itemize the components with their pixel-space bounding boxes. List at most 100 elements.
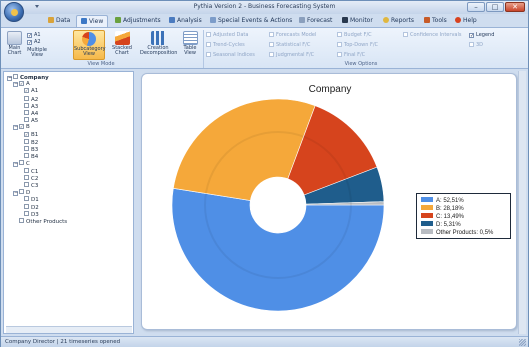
checkbox-icon	[206, 32, 211, 37]
a1-toggle[interactable]: ✓ A1	[27, 32, 41, 39]
checkbox-icon[interactable]	[24, 182, 29, 187]
judgmental-fc-toggle[interactable]: Judgmental F/C	[269, 52, 314, 58]
seasonal-indices-toggle[interactable]: Seasonal Indices	[206, 52, 255, 58]
bar-chart-icon	[150, 31, 166, 45]
statistical-fc-toggle[interactable]: Statistical F/C	[269, 42, 310, 48]
adjusted-data-toggle[interactable]: Adjusted Data	[206, 32, 248, 38]
status-bar: Company Director | 21 timeseries opened	[1, 336, 528, 347]
legend-label: B: 28,18%	[436, 206, 464, 212]
view-options-group-label: View Options	[344, 61, 378, 67]
legend-label: C: 13,49%	[436, 214, 465, 220]
legend-label: Other Products: 0,5%	[436, 230, 494, 236]
checkbox-icon[interactable]	[24, 196, 29, 202]
checkbox-icon	[269, 42, 274, 47]
tree-node-group[interactable]: − ✓ A	[13, 81, 30, 88]
checkbox-icon[interactable]	[19, 218, 24, 223]
table-icon	[182, 31, 198, 45]
checkbox-icon[interactable]	[24, 174, 29, 180]
close-button[interactable]: ✕	[505, 2, 525, 12]
collapse-icon[interactable]: −	[13, 125, 18, 131]
checkbox-icon[interactable]: ✓	[24, 88, 29, 94]
checkbox-icon[interactable]	[19, 189, 24, 195]
checkbox-icon[interactable]: ✓	[24, 131, 29, 137]
tree-node-label: Company	[20, 75, 49, 81]
minimize-button[interactable]: –	[467, 2, 485, 12]
tree-node-label: A3	[31, 103, 39, 110]
checkbox-icon[interactable]	[24, 138, 29, 144]
maximize-button[interactable]: □	[486, 2, 504, 12]
tree-node-label: A2	[31, 96, 39, 103]
tree-node-label: B1	[31, 131, 39, 138]
checkbox-icon[interactable]: ✓	[19, 81, 24, 87]
multiple-view-button[interactable]: Multiple View	[25, 48, 49, 58]
tree-node-label: C	[26, 161, 30, 168]
checkbox-icon[interactable]	[24, 102, 29, 108]
vertical-scrollbar[interactable]	[518, 71, 526, 334]
legend-swatch	[421, 229, 433, 234]
checkbox-icon	[269, 32, 274, 37]
checkbox-icon	[269, 52, 274, 57]
status-text: Company Director | 21 timeseries opened	[5, 339, 121, 345]
top-down-fc-toggle[interactable]: Top-Down F/C	[337, 42, 378, 48]
main-chart-button[interactable]: Main Chart	[3, 31, 26, 56]
budget-fc-toggle[interactable]: Budget F/C	[337, 32, 372, 38]
legend-swatch	[421, 213, 433, 218]
checkbox-icon[interactable]	[24, 203, 29, 209]
table-view-button[interactable]: Table View	[180, 31, 200, 56]
tab-tools[interactable]: Tools	[424, 15, 447, 27]
checkbox-icon[interactable]: ✓	[19, 124, 24, 130]
subcategory-view-button[interactable]: Subcategory View	[73, 30, 106, 60]
tab-special-events[interactable]: Special Events & Actions	[210, 15, 292, 27]
checkbox-icon[interactable]	[13, 74, 18, 79]
tools-icon	[424, 17, 430, 23]
tree-node-other[interactable]: Other Products	[19, 218, 67, 226]
tree-node-label: A5	[31, 118, 39, 125]
legend-label: A: 52,51%	[436, 198, 464, 204]
checkbox-icon[interactable]	[24, 117, 29, 123]
checkbox-icon[interactable]	[24, 95, 29, 101]
collapse-icon[interactable]: −	[7, 76, 12, 81]
checkbox-icon[interactable]	[24, 110, 29, 115]
pie-slice-b[interactable]	[172, 98, 316, 201]
tab-monitor[interactable]: Monitor	[342, 15, 373, 27]
pie-slice-a[interactable]	[171, 187, 385, 312]
view-icon	[81, 18, 87, 24]
collapse-icon[interactable]: −	[13, 162, 18, 168]
collapse-icon[interactable]: −	[13, 191, 18, 197]
a2-toggle[interactable]: ✓ A2	[27, 39, 41, 46]
tree-node-leaf[interactable]: ✓ A1	[24, 88, 38, 95]
tab-analysis[interactable]: Analysis	[169, 15, 202, 27]
tab-data[interactable]: Data	[48, 15, 70, 27]
tab-reports[interactable]: Reports	[383, 15, 414, 27]
tab-forecast[interactable]: Forecast	[299, 15, 332, 27]
checkbox-icon[interactable]	[24, 146, 29, 151]
collapse-icon[interactable]: −	[13, 82, 18, 88]
tree-node-leaf[interactable]: ✓ B1	[24, 131, 39, 139]
confidence-intervals-toggle[interactable]: Confidence Intervals	[403, 32, 461, 38]
final-fc-toggle[interactable]: Final F/C	[337, 52, 365, 58]
horizontal-scrollbar[interactable]	[6, 326, 132, 333]
checkbox-icon[interactable]	[24, 210, 29, 216]
tab-help[interactable]: Help	[455, 15, 477, 27]
ribbon-panel: Main Chart ✓ A1 ✓ A2 Multiple View Subcatego…	[1, 27, 528, 69]
title-bar: Pythia Version 2 - Business Forecasting …	[1, 1, 528, 14]
tab-adjustments[interactable]: Adjustments	[115, 15, 161, 27]
application-menu-button[interactable]	[4, 2, 24, 22]
hierarchy-tree: − Company − ✓ A ✓ A1 A2 A3 A4 A5− ✓ B ✓ B1 B2 B3 B4− C C1 C2…	[3, 71, 134, 334]
creation-decomposition-button[interactable]: Creation Decomposition	[140, 31, 177, 56]
resize-grip-icon[interactable]	[519, 339, 526, 346]
checkbox-icon	[206, 42, 211, 47]
legend-toggle[interactable]: ✓ Legend	[469, 32, 494, 39]
legend-entry: C: 13,49%	[421, 213, 506, 221]
tree-node-group[interactable]: − ✓ B	[13, 124, 30, 131]
stacked-chart-button[interactable]: Stacked Chart	[109, 31, 135, 56]
checkbox-icon[interactable]	[24, 153, 29, 159]
checkbox-icon[interactable]	[24, 167, 29, 173]
3d-toggle[interactable]: 3D	[469, 42, 483, 48]
forecasts-model-toggle[interactable]: Forecasts Model	[269, 32, 316, 38]
trend-cycles-toggle[interactable]: Trend-Cycles	[206, 42, 245, 48]
tree-node-label: D1	[31, 197, 39, 204]
tree-node-label: C1	[31, 168, 39, 175]
tab-view[interactable]: View	[76, 15, 109, 27]
checkbox-icon[interactable]	[19, 160, 24, 166]
